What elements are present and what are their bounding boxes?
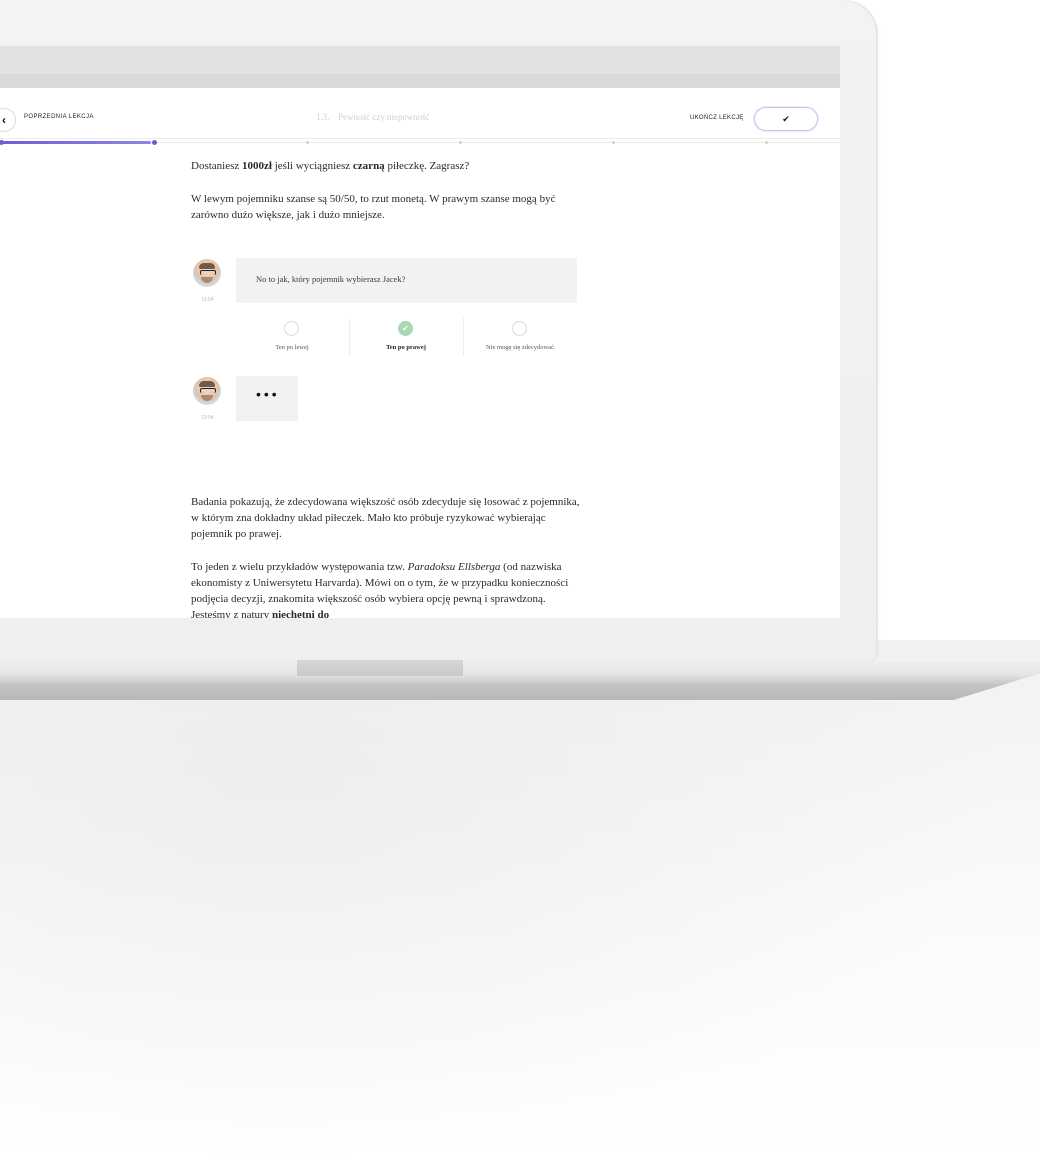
progress-dot bbox=[0, 140, 4, 145]
avatar bbox=[193, 259, 221, 287]
paragraph-research: Badania pokazują, że zdecydowana większo… bbox=[191, 496, 580, 540]
avatar bbox=[193, 377, 221, 405]
chat-bubble: No to jak, który pojemnik wybierasz Jace… bbox=[236, 258, 577, 303]
browser-tabbar bbox=[0, 74, 840, 88]
browser-chrome bbox=[0, 46, 840, 88]
progress-dot bbox=[152, 140, 157, 145]
radio-checked-icon[interactable]: ✔ bbox=[398, 321, 413, 336]
stage: ‹ POPRZEDNIA LEKCJA 1.3. Pewność czy nie… bbox=[0, 0, 1040, 1165]
typing-bubble: ••• bbox=[236, 376, 298, 421]
lesson-content: Dostaniesz 1000zł jeśli wyciągniesz czar… bbox=[191, 158, 581, 240]
browser-toolbar bbox=[0, 46, 840, 74]
previous-lesson-link[interactable]: POPRZEDNIA LEKCJA bbox=[24, 114, 94, 120]
radio-icon[interactable] bbox=[284, 321, 299, 336]
laptop-hinge bbox=[297, 660, 463, 676]
option-label: Nie mogę się zdecydować bbox=[485, 344, 555, 351]
option-right[interactable]: ✔ Ten po prawej bbox=[350, 316, 462, 356]
screen: ‹ POPRZEDNIA LEKCJA 1.3. Pewność czy nie… bbox=[0, 46, 840, 618]
message-timestamp: 13:54 bbox=[201, 415, 214, 421]
answer-options: Ten po lewej ✔ Ten po prawej Nie mogę si… bbox=[236, 316, 576, 356]
option-left[interactable]: Ten po lewej bbox=[236, 316, 348, 356]
progress-dot bbox=[765, 141, 768, 144]
chat-message: No to jak, który pojemnik wybierasz Jace… bbox=[256, 274, 406, 284]
radio-icon[interactable] bbox=[512, 321, 527, 336]
message-timestamp: 13:54 bbox=[201, 297, 214, 303]
check-icon: ✔ bbox=[782, 113, 790, 124]
progress-dot bbox=[306, 141, 309, 144]
finish-lesson-label: UKOŃCZ LEKCJĘ bbox=[690, 115, 744, 121]
paragraph-offer: Dostaniesz 1000zł jeśli wyciągniesz czar… bbox=[191, 160, 470, 172]
lesson-progress-bar bbox=[0, 140, 840, 146]
lesson-content-continued: Badania pokazują, że zdecydowana większo… bbox=[191, 494, 581, 618]
progress-dot bbox=[612, 141, 615, 144]
paragraph-ellsberg: To jeden z wielu przykładów występowania… bbox=[191, 561, 569, 618]
progress-fill bbox=[0, 141, 151, 144]
back-arrow-icon[interactable]: ‹ bbox=[0, 108, 16, 132]
option-undecided[interactable]: Nie mogę się zdecydować bbox=[464, 316, 576, 356]
lesson-header: ‹ POPRZEDNIA LEKCJA 1.3. Pewność czy nie… bbox=[0, 88, 840, 139]
option-label: Ten po lewej bbox=[275, 344, 309, 351]
paragraph-odds: W lewym pojemniku szanse są 50/50, to rz… bbox=[191, 193, 556, 221]
lesson-title: Pewność czy niepewność bbox=[338, 112, 430, 122]
laptop-shadow bbox=[0, 640, 1040, 1165]
lesson-number: 1.3. bbox=[316, 112, 330, 122]
option-label: Ten po prawej bbox=[386, 344, 426, 351]
typing-indicator: ••• bbox=[256, 386, 280, 402]
progress-dot bbox=[459, 141, 462, 144]
finish-lesson-button[interactable]: ✔ bbox=[754, 107, 818, 131]
laptop-base bbox=[0, 662, 1040, 700]
